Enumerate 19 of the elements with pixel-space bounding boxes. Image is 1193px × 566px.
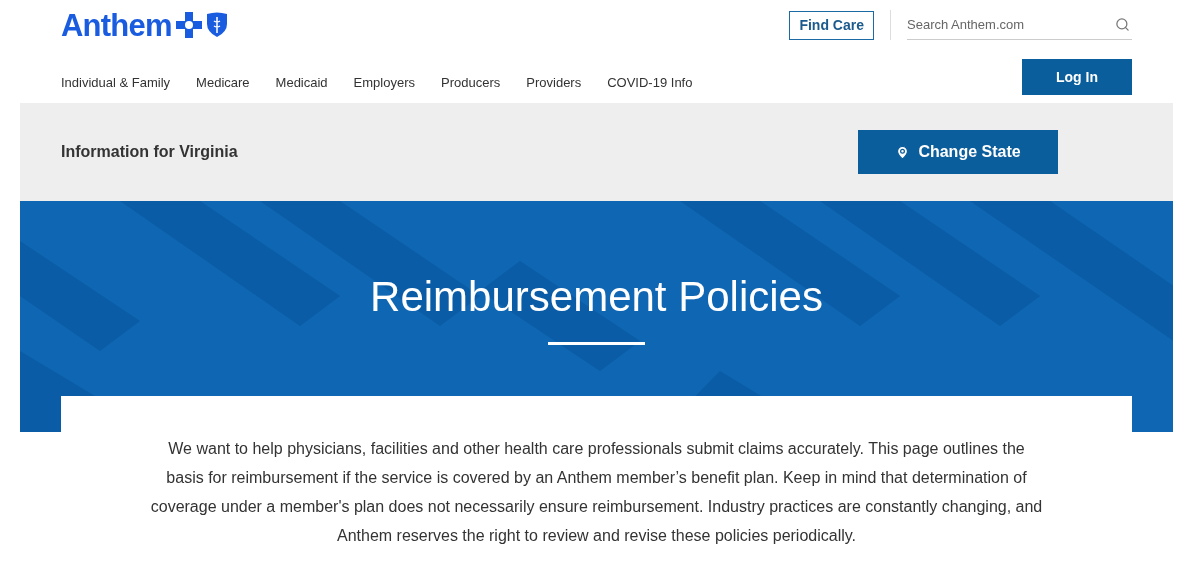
nav-link[interactable]: Employers <box>353 73 416 93</box>
state-label: Information for Virginia <box>61 142 238 162</box>
search-icon[interactable] <box>1115 17 1130 32</box>
search-field[interactable]: Search Anthem.com <box>907 10 1132 40</box>
nav-link[interactable]: Individual & Family <box>61 73 171 93</box>
log-in-button[interactable]: Log In <box>1022 59 1132 95</box>
page-title: Reimbursement Policies <box>370 272 823 322</box>
brand-logo[interactable]: Anthem <box>61 9 172 41</box>
nav-link[interactable]: COVID-19 Info <box>607 73 693 93</box>
nav-link[interactable]: Producers <box>441 73 501 93</box>
nav-link[interactable]: Medicare <box>196 73 250 93</box>
nav-link[interactable]: Providers <box>526 73 582 93</box>
change-state-button[interactable]: Change State <box>858 130 1058 174</box>
nav-link[interactable]: Medicaid <box>275 73 328 93</box>
intro-paragraph: We want to help physicians, facilities and other health care professionals submit claims accurately. This page outlines the basis for reimbursement if the service is covered by an Anthem member’s benefit plan. Keep in mind that determination of coverage under a member's plan does not necessarily ensure reimbursement. Industry practices are constantly changing, and Anthem reserves the right to review and revise these policies periodically. <box>149 439 1044 546</box>
shield-logo-icon <box>205 12 228 38</box>
location-pin-icon <box>895 144 911 160</box>
cross-logo-icon <box>175 12 202 38</box>
find-care-button[interactable]: Find Care <box>789 10 874 40</box>
